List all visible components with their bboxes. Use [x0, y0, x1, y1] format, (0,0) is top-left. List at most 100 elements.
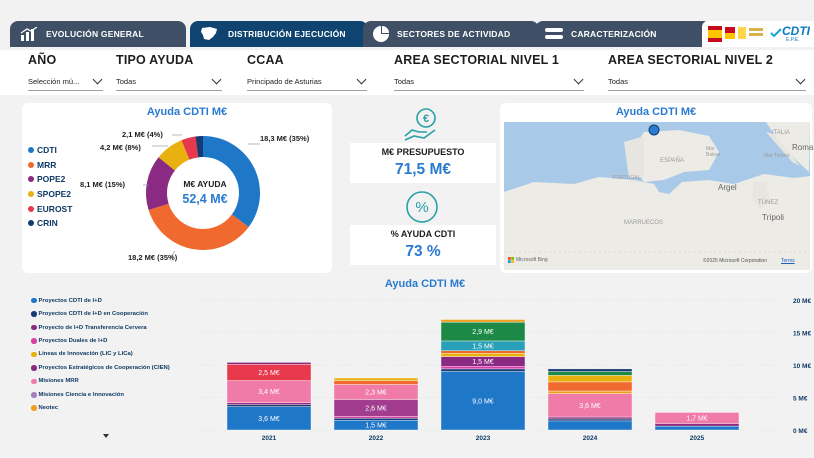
bar-segment-2024[interactable] — [547, 416, 633, 420]
bar-segment-2021[interactable] — [226, 406, 312, 431]
legend-label: Proyectos Duales de I+D — [38, 338, 108, 345]
bar-legend-scroll-down[interactable] — [103, 434, 109, 438]
x-tick-label: 2021 — [262, 435, 277, 442]
chevron-down-icon — [795, 74, 806, 85]
legend-swatch — [31, 351, 37, 358]
filter-area-nivel-1-select[interactable]: Todas — [394, 73, 584, 91]
bar-segment-2023[interactable] — [440, 350, 526, 354]
bar-segment-2022[interactable] — [333, 420, 419, 431]
bar-segment-2025[interactable] — [654, 412, 740, 424]
filter-ccaa: CCAA Principado de Asturias — [247, 53, 367, 91]
donut-data-label: 18,2 M€ (35%) — [128, 253, 178, 262]
bar-data-label: 9,0 M€ — [472, 398, 494, 405]
bar-data-label: 1,5 M€ — [365, 423, 387, 430]
bar-legend-item[interactable]: Proyectos Estratégicos de Cooperación (C… — [31, 361, 206, 374]
bar-segment-2021[interactable] — [226, 380, 312, 403]
bar-legend-item[interactable]: Misiones Ciencia e Innovación — [31, 388, 206, 401]
bar-segment-2024[interactable] — [547, 371, 633, 376]
bar-segment-2024[interactable] — [547, 368, 633, 372]
bar-segment-2022[interactable] — [333, 380, 419, 385]
bar-segment-2021[interactable] — [226, 364, 312, 381]
bar-segment-2024[interactable] — [547, 390, 633, 394]
filter-ccaa-select[interactable]: Principado de Asturias — [247, 73, 367, 91]
filter-value: Selección mú... — [28, 77, 80, 86]
x-tick-label: 2023 — [476, 435, 491, 442]
bar-data-label: 3,6 M€ — [258, 416, 280, 423]
bar-legend-item[interactable]: Líneas de Innovación (LIC y LICa) — [31, 348, 206, 361]
bar-segment-2025[interactable] — [654, 425, 740, 431]
map-brand-label: Microsoft Bing — [516, 257, 548, 263]
legend-label: Proyectos CDTI de I+D en Cooperación — [38, 311, 149, 318]
filter-bar: AÑO Selección mú... TIPO AYUDA Todas CCA… — [0, 50, 814, 95]
donut-slice-mrr[interactable] — [148, 203, 249, 251]
map-label: Mar Tirreno — [764, 153, 790, 159]
bar-segment-2025[interactable] — [654, 423, 740, 427]
tab-evolucion-general[interactable]: EVOLUCIÓN GENERAL — [10, 21, 186, 47]
bar-segment-2024[interactable] — [547, 381, 633, 392]
bar-segment-2022[interactable] — [333, 377, 419, 381]
bar-segment-2023[interactable] — [440, 366, 526, 370]
chevron-down-icon — [573, 74, 584, 85]
bar-segment-2023[interactable] — [440, 368, 526, 372]
bar-segment-2024[interactable] — [547, 375, 633, 383]
bar-segment-2021[interactable] — [226, 404, 312, 407]
tab-sectores-actividad[interactable]: SECTORES DE ACTIVIDAD — [363, 21, 539, 47]
bar-segment-2022[interactable] — [333, 416, 419, 419]
chevron-down-icon — [92, 74, 103, 85]
bar-segment-2023[interactable] — [440, 340, 526, 351]
legend-swatch — [31, 311, 37, 317]
map-label: Mar Balear — [706, 146, 721, 158]
x-tick-label: 2022 — [369, 435, 384, 442]
tab-distribucion-ejecucion[interactable]: DISTRIBUCIÓN EJECUCIÓN — [190, 21, 368, 47]
map-card: Ayuda CDTI M€ ITALIA Roma Mar Balear Mar… — [500, 103, 813, 273]
map-attribution: ©2025 Microsoft Corporation — [703, 258, 767, 264]
bar-segment-2024[interactable] — [547, 418, 633, 422]
legend-label: Neotec — [38, 405, 59, 412]
tab-label: CARACTERIZACIÓN — [571, 29, 657, 39]
tab-caracterizacion[interactable]: CARACTERIZACIÓN — [535, 21, 711, 47]
bar-segment-2024[interactable] — [547, 393, 633, 418]
tab-label: SECTORES DE ACTIVIDAD — [397, 29, 511, 39]
legend-swatch — [31, 365, 37, 371]
bar-segment-2023[interactable] — [440, 319, 526, 323]
bar-segment-2022[interactable] — [333, 418, 419, 421]
bar-segment-2021[interactable] — [226, 402, 312, 405]
bar-legend-item[interactable]: Proyectos CDTI de I+D — [31, 294, 206, 307]
bar-segment-2021[interactable] — [226, 362, 312, 365]
bar-segment-2023[interactable] — [440, 321, 526, 342]
bar-segment-2023[interactable] — [440, 356, 526, 367]
filter-area-nivel-2-select[interactable]: Todas — [608, 73, 806, 91]
bar-data-label: 2,3 M€ — [365, 389, 387, 396]
legend-swatch — [31, 297, 37, 304]
filter-area-nivel-2: AREA SECTORIAL NIVEL 2 Todas — [608, 53, 806, 91]
cdti-logo-sub: E.P.E. — [786, 37, 800, 43]
chevron-down-icon — [211, 74, 222, 85]
percent-icon: % — [406, 191, 438, 223]
bing-brand: Microsoft Bing — [508, 257, 548, 263]
kpi-ayuda-cdti: % AYUDA CDTI 73 % — [350, 225, 496, 265]
bar-segment-2023[interactable] — [440, 353, 526, 357]
y-tick-label: 10 M€ — [793, 363, 811, 370]
filter-tipo-ayuda: TIPO AYUDA Todas — [116, 53, 222, 91]
bar-legend-item[interactable]: Proyectos Duales de I+D — [31, 334, 206, 347]
bar-data-label: 1,7 M€ — [686, 415, 708, 422]
bar-legend-item[interactable]: Proyecto de I+D Transferencia Cervera — [31, 321, 206, 334]
bar-data-label: 3,4 M€ — [258, 389, 280, 396]
svg-text:€: € — [423, 113, 429, 125]
map-label: TÚNEZ — [758, 200, 778, 206]
bar-segment-2024[interactable] — [547, 420, 633, 431]
filter-ano-select[interactable]: Selección mú... — [28, 73, 103, 91]
map-view[interactable] — [504, 122, 810, 270]
bar-legend-item[interactable]: Misiones MRR — [31, 375, 206, 388]
filter-label: AREA SECTORIAL NIVEL 2 — [608, 53, 774, 67]
filter-value: Principado de Asturias — [247, 77, 322, 86]
bar-segment-2023[interactable] — [440, 371, 526, 431]
bar-legend-item[interactable]: Neotec — [31, 402, 206, 415]
bar-legend-item[interactable]: Proyectos CDTI de I+D en Cooperación — [31, 307, 206, 320]
legend-label: Líneas de Innovación (LIC y LICa) — [38, 351, 133, 358]
filter-tipo-ayuda-select[interactable]: Todas — [116, 73, 222, 91]
bar-segment-2022[interactable] — [333, 399, 419, 417]
map-terms-link[interactable]: Terms — [781, 258, 795, 264]
bar-segment-2022[interactable] — [333, 384, 419, 400]
kpi-presupuesto: M€ PRESUPUESTO 71,5 M€ — [350, 143, 496, 183]
